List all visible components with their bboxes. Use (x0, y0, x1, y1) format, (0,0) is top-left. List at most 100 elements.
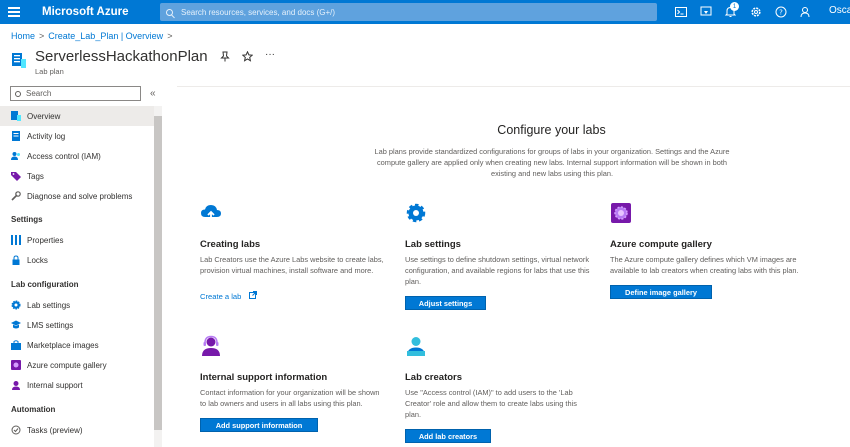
add-support-information-button[interactable]: Add support information (200, 418, 318, 432)
breadcrumb-home[interactable]: Home (11, 31, 35, 41)
card-text: Use settings to define shutdown settings… (405, 255, 590, 286)
define-image-gallery-button[interactable]: Define image gallery (610, 285, 712, 299)
sidebar-item-overview[interactable]: Overview (0, 106, 154, 126)
cloud-upload-icon (201, 205, 221, 222)
card-text: Contact information for your organizatio… (200, 388, 380, 408)
tag-icon (11, 172, 21, 181)
sidebar-item-label: Tags (27, 171, 44, 181)
sidebar-item-diagnose[interactable]: Diagnose and solve problems (0, 186, 154, 206)
support-icon (12, 381, 20, 390)
gear-icon (11, 300, 21, 310)
configure-labs-title: Configure your labs (497, 123, 606, 137)
breadcrumb-separator: > (167, 31, 173, 41)
sidebar-item-label: Diagnose and solve problems (27, 191, 133, 201)
marketplace-icon (11, 340, 21, 350)
settings-icon[interactable] (743, 0, 768, 24)
sidebar-item-azure-compute-gallery[interactable]: Azure compute gallery (0, 355, 154, 375)
user-icon (407, 337, 425, 356)
lms-icon (11, 320, 21, 329)
search-placeholder: Search resources, services, and docs (G+… (181, 7, 336, 17)
sidebar-item-tags[interactable]: Tags (0, 166, 154, 186)
more-options-icon[interactable]: ··· (265, 50, 275, 65)
sidebar-item-internal-support[interactable]: Internal support (0, 375, 154, 395)
sidebar-scroll-up[interactable] (154, 106, 162, 116)
sidebar-scroll-down[interactable] (154, 430, 162, 447)
sidebar-item-label: Azure compute gallery (27, 360, 107, 370)
sidebar-search-placeholder: Search (26, 89, 52, 98)
svg-text:?: ? (779, 9, 783, 17)
card-creating-labs: Creating labs Lab Creators use the Azure… (200, 202, 385, 304)
sidebar-item-label: LMS settings (27, 320, 74, 330)
sidebar-item-label: Tasks (preview) (27, 425, 83, 435)
lock-icon (12, 255, 20, 265)
support-person-icon (202, 335, 220, 356)
card-title: Lab settings (405, 239, 461, 250)
sidebar-item-locks[interactable]: Locks (0, 250, 154, 270)
brand-title[interactable]: Microsoft Azure (42, 6, 160, 18)
sidebar-section-settings: Settings (11, 215, 43, 224)
people-icon (11, 152, 20, 160)
top-bar: Microsoft Azure Search resources, servic… (0, 0, 850, 24)
sidebar-item-properties[interactable]: Properties (0, 230, 154, 250)
sidebar-item-label: Overview (27, 111, 61, 121)
directory-filter-icon[interactable] (693, 0, 718, 24)
page-title: ServerlessHackathonPlan (35, 48, 208, 65)
sidebar-item-label: Properties (27, 235, 64, 245)
sidebar-item-access-control[interactable]: Access control (IAM) (0, 146, 154, 166)
card-title: Creating labs (200, 239, 261, 250)
card-text: Lab Creators use the Azure Labs website … (200, 255, 384, 275)
sidebar-item-label: Internal support (27, 380, 83, 390)
feedback-icon[interactable] (793, 0, 818, 24)
gallery-icon (11, 360, 21, 370)
sidebar-item-lms-settings[interactable]: LMS settings (0, 315, 154, 335)
global-search-input[interactable]: Search resources, services, and docs (G+… (160, 3, 657, 21)
breadcrumb: Home > Create_Lab_Plan | Overview > (11, 31, 172, 41)
properties-icon (11, 235, 21, 245)
help-icon[interactable]: ? (768, 0, 793, 24)
collapse-sidebar-icon[interactable]: « (150, 88, 156, 99)
sidebar-nav: Overview Activity log Access control (IA… (0, 106, 154, 447)
notifications-icon[interactable]: 1 (718, 0, 743, 24)
breadcrumb-parent[interactable]: Create_Lab_Plan | Overview (48, 31, 163, 41)
notification-badge: 1 (730, 2, 739, 11)
page-subtitle: Lab plan (35, 67, 64, 76)
tasks-icon (11, 425, 21, 435)
sidebar-item-label: Lab settings (27, 300, 71, 310)
pin-icon[interactable] (220, 51, 230, 65)
sidebar-item-marketplace-images[interactable]: Marketplace images (0, 335, 154, 355)
sidebar-item-lab-settings[interactable]: Lab settings (0, 295, 154, 315)
search-icon (166, 8, 173, 16)
card-lab-creators: Lab creators Use "Access control (IAM)" … (405, 335, 590, 444)
lab-plan-icon (12, 53, 26, 68)
card-text: Use "Access control (IAM)" to add users … (405, 388, 577, 419)
external-link-icon[interactable] (248, 286, 257, 304)
add-lab-creators-button[interactable]: Add lab creators (405, 429, 491, 443)
sidebar-item-label: Activity log (27, 131, 66, 141)
sidebar-search-input[interactable]: Search (10, 86, 141, 101)
search-icon (15, 90, 21, 97)
gallery-icon (611, 203, 631, 223)
configure-labs-description: Lab plans provide standardized configura… (374, 147, 730, 178)
breadcrumb-separator: > (39, 31, 45, 41)
card-title: Internal support information (200, 372, 328, 383)
card-title: Azure compute gallery (610, 239, 712, 250)
card-lab-settings: Lab settings Use settings to define shut… (405, 202, 590, 311)
wrench-icon (11, 191, 21, 201)
card-internal-support: Internal support information Contact inf… (200, 335, 385, 433)
gear-icon (406, 203, 426, 223)
content-divider (177, 86, 850, 87)
sidebar-item-activity-log[interactable]: Activity log (0, 126, 154, 146)
create-lab-link[interactable]: Create a lab (200, 292, 241, 301)
overview-icon (11, 111, 21, 121)
sidebar-section-lab-configuration: Lab configuration (11, 280, 79, 289)
sidebar-item-tasks[interactable]: Tasks (preview) (0, 420, 154, 440)
adjust-settings-button[interactable]: Adjust settings (405, 296, 486, 310)
user-name[interactable]: Oscar (829, 5, 850, 16)
menu-icon[interactable] (0, 0, 28, 24)
activity-log-icon (12, 131, 20, 141)
sidebar-section-automation: Automation (11, 405, 56, 414)
favorite-star-icon[interactable] (241, 50, 254, 65)
sidebar-scrollbar-thumb[interactable] (154, 116, 162, 430)
cloud-shell-icon[interactable] (668, 0, 693, 24)
sidebar-item-label: Locks (27, 255, 48, 265)
